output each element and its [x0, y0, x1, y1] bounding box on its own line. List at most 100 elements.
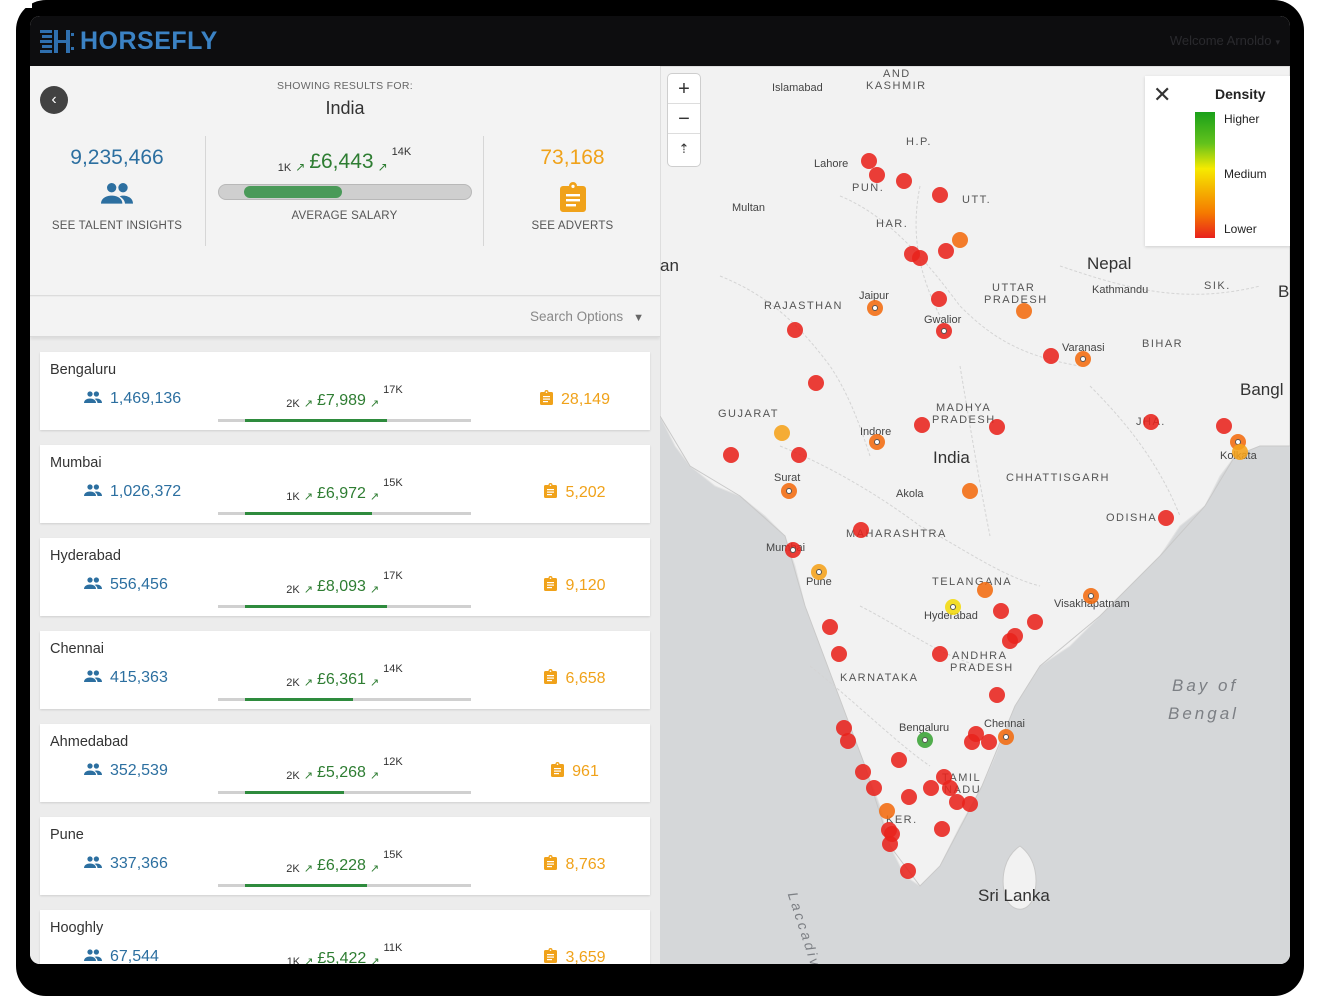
compass-button[interactable]: ⇡ [668, 134, 700, 164]
density-marker[interactable] [989, 687, 1005, 703]
density-marker[interactable] [861, 153, 877, 169]
location-adverts[interactable]: 961 [510, 762, 640, 782]
density-marker[interactable] [1027, 614, 1043, 630]
density-marker[interactable] [840, 733, 856, 749]
location-name: Mumbai [50, 455, 102, 471]
location-adverts[interactable]: 5,202 [510, 483, 640, 503]
density-marker[interactable] [931, 291, 947, 307]
location-salary-fill [245, 791, 344, 794]
location-talent[interactable]: 337,366 [84, 855, 168, 873]
density-marker[interactable] [866, 780, 882, 796]
density-marker[interactable] [938, 243, 954, 259]
density-marker[interactable] [1143, 414, 1159, 430]
location-talent[interactable]: 1,469,136 [84, 390, 181, 408]
density-marker[interactable] [867, 300, 883, 316]
density-marker[interactable] [853, 522, 869, 538]
location-card[interactable]: Bengaluru 1,469,136 2K ↗ £7,989 ↗ 17K 28,149 [40, 352, 650, 430]
density-marker[interactable] [1158, 510, 1174, 526]
location-card[interactable]: Mumbai 1,026,372 1K ↗ £6,972 ↗ 15K 5,202 [40, 445, 650, 523]
location-card[interactable]: Chennai 415,363 2K ↗ £6,361 ↗ 14K 6,658 [40, 631, 650, 709]
density-marker[interactable] [822, 619, 838, 635]
density-marker[interactable] [1043, 348, 1059, 364]
density-marker[interactable] [869, 167, 885, 183]
location-salary-low: 2K [286, 677, 300, 689]
density-marker[interactable] [869, 434, 885, 450]
density-marker[interactable] [964, 734, 980, 750]
location-card[interactable]: Ahmedabad 352,539 2K ↗ £5,268 ↗ 12K 961 [40, 724, 650, 802]
density-marker[interactable] [989, 419, 1005, 435]
density-marker[interactable] [1083, 588, 1099, 604]
location-salary-value: £7,989 [316, 392, 366, 409]
location-talent[interactable]: 352,539 [84, 762, 168, 780]
location-salary-value: £8,093 [316, 578, 366, 595]
adverts-stat[interactable]: 73,168 SEE ADVERTS [485, 136, 660, 246]
density-marker[interactable] [774, 425, 790, 441]
density-marker[interactable] [831, 646, 847, 662]
zoom-in-button[interactable]: + [668, 74, 700, 104]
location-talent[interactable]: 67,544 [84, 948, 159, 964]
density-marker[interactable] [891, 752, 907, 768]
location-adverts[interactable]: 3,659 [510, 948, 640, 964]
density-marker[interactable] [914, 417, 930, 433]
location-talent[interactable]: 556,456 [84, 576, 168, 594]
legend-lower: Lower [1224, 222, 1257, 236]
density-marker[interactable] [981, 734, 997, 750]
density-marker[interactable] [879, 803, 895, 819]
density-marker[interactable] [787, 322, 803, 338]
density-marker[interactable] [884, 826, 900, 842]
density-marker[interactable] [993, 603, 1009, 619]
density-marker[interactable] [932, 187, 948, 203]
density-marker[interactable] [1232, 444, 1248, 460]
density-map[interactable]: AND KASHMIR Islamabad H.P. Lahore PUN. M… [660, 66, 1290, 964]
location-adverts[interactable]: 8,763 [510, 855, 640, 875]
location-card[interactable]: Hyderabad 556,456 2K ↗ £8,093 ↗ 17K 9,120 [40, 538, 650, 616]
density-marker[interactable] [904, 246, 920, 262]
talent-insights-stat[interactable]: 9,235,466 SEE TALENT INSIGHTS [30, 136, 204, 246]
location-talent[interactable]: 415,363 [84, 669, 168, 687]
density-marker[interactable] [962, 796, 978, 812]
location-salary-value: £5,268 [316, 764, 366, 781]
salary-range-fill [243, 186, 342, 198]
close-legend-button[interactable]: ✕ [1153, 84, 1171, 106]
location-card[interactable]: Hooghly 67,544 1K ↗ £5,422 ↗ 11K 3,659 [40, 910, 650, 964]
density-marker[interactable] [923, 780, 939, 796]
density-marker[interactable] [723, 447, 739, 463]
zoom-out-button[interactable]: − [668, 104, 700, 134]
trend-up-icon: ↗ [303, 863, 313, 875]
density-marker[interactable] [900, 863, 916, 879]
density-marker[interactable] [945, 599, 961, 615]
density-marker[interactable] [934, 821, 950, 837]
density-marker[interactable] [808, 375, 824, 391]
density-marker[interactable] [1216, 418, 1232, 434]
density-marker[interactable] [1002, 633, 1018, 649]
clipboard-icon [540, 390, 554, 410]
location-adverts[interactable]: 6,658 [510, 669, 640, 689]
trend-up-icon: ↗ [303, 584, 313, 596]
density-marker[interactable] [962, 483, 978, 499]
density-marker[interactable] [901, 789, 917, 805]
user-menu[interactable]: Welcome Arnoldo ▾ [1170, 33, 1280, 48]
location-adverts[interactable]: 9,120 [510, 576, 640, 596]
search-options-toggle[interactable]: Search Options ▼ [30, 297, 660, 337]
welcome-text: Welcome Arnoldo [1169, 33, 1272, 48]
density-marker[interactable] [1016, 303, 1032, 319]
logo[interactable]: HORSEFLY [40, 27, 218, 56]
density-marker[interactable] [781, 483, 797, 499]
density-marker[interactable] [791, 447, 807, 463]
density-marker[interactable] [952, 232, 968, 248]
location-adverts[interactable]: 28,149 [510, 390, 640, 410]
location-talent[interactable]: 1,026,372 [84, 483, 181, 501]
trend-up-icon: ↗ [369, 677, 380, 689]
density-marker[interactable] [942, 780, 958, 796]
density-marker[interactable] [998, 729, 1014, 745]
density-marker[interactable] [936, 323, 952, 339]
density-marker[interactable] [896, 173, 912, 189]
density-marker[interactable] [932, 646, 948, 662]
density-marker[interactable] [917, 732, 933, 748]
density-marker[interactable] [977, 582, 993, 598]
location-card[interactable]: Pune 337,366 2K ↗ £6,228 ↗ 15K 8,763 [40, 817, 650, 895]
density-marker[interactable] [1075, 351, 1091, 367]
density-marker[interactable] [811, 564, 827, 580]
density-marker[interactable] [785, 542, 801, 558]
density-marker[interactable] [855, 764, 871, 780]
